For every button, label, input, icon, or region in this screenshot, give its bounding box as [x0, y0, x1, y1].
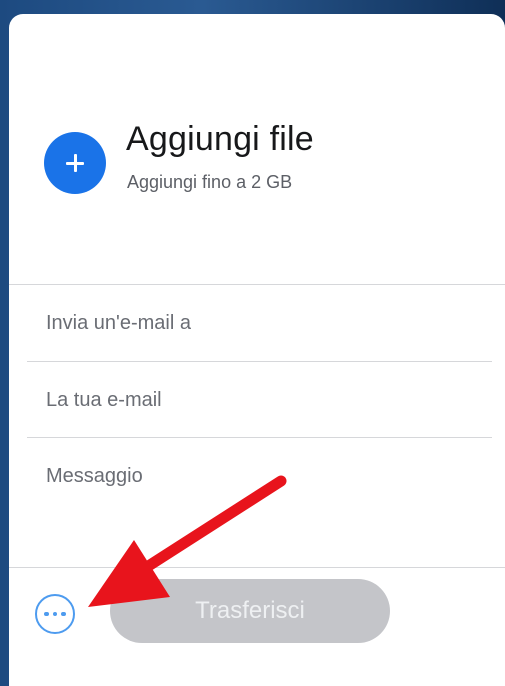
divider — [27, 361, 492, 362]
recipient-email-field[interactable]: Invia un'e-mail a — [46, 312, 191, 335]
sender-email-field[interactable]: La tua e-mail — [46, 389, 162, 412]
divider — [9, 284, 505, 285]
add-files-button[interactable] — [44, 132, 106, 194]
add-files-subtitle: Aggiungi fino a 2 GB — [127, 172, 293, 192]
add-files-title: Aggiungi file — [126, 120, 314, 158]
divider — [9, 567, 505, 568]
more-options-button[interactable] — [35, 594, 75, 634]
add-files-area[interactable]: Aggiungi file Aggiungi fino a 2 GB — [9, 14, 505, 284]
message-field[interactable]: Messaggio — [46, 465, 143, 488]
more-options-icon — [44, 611, 49, 616]
transfer-button[interactable]: Trasferisci — [110, 579, 390, 643]
divider — [27, 437, 492, 438]
